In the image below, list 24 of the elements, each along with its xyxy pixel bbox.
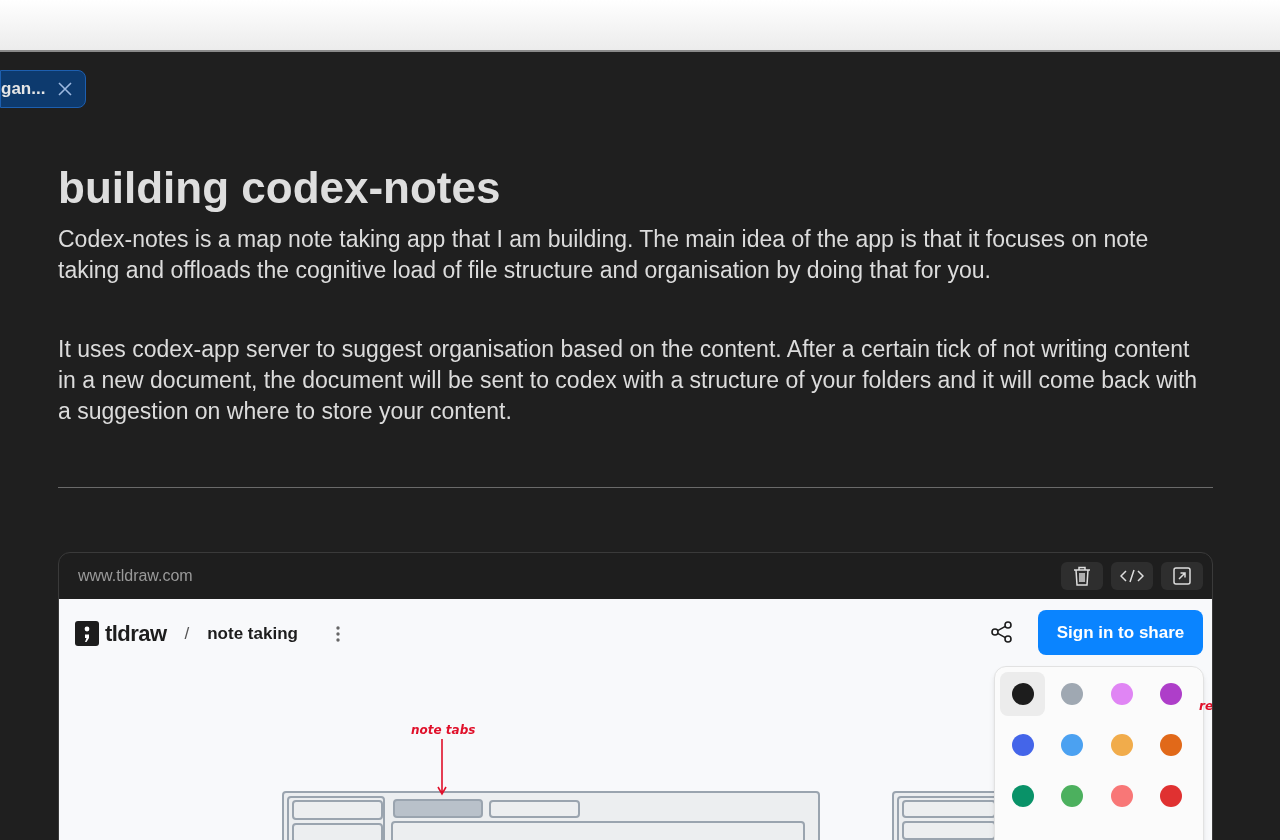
annotation-text: note tabs bbox=[411, 722, 476, 739]
article-title: building codex-notes bbox=[58, 162, 502, 214]
share-icon-button[interactable] bbox=[991, 621, 1013, 643]
arrow bbox=[437, 739, 447, 796]
article-paragraph: It uses codex-app server to suggest organisation based on the content. After a certain tick of not writing content in a new document, the document will be sent to codex with a structure of your folders and it will come back with a suggestion on where to store your content. bbox=[58, 335, 1199, 426]
share-icon bbox=[991, 621, 1013, 643]
article-paragraph: Codex-notes is a map note taking app that I am building. The main idea of the app is that it focuses on note taking and offloads the cognitive load of file structure and organisation by doing that for you. bbox=[58, 225, 1150, 285]
embed-code-button[interactable] bbox=[1111, 562, 1153, 590]
color-swatch[interactable] bbox=[1000, 672, 1045, 716]
document-tab[interactable]: gan... bbox=[0, 70, 87, 108]
logo-icon bbox=[75, 621, 99, 646]
trash-icon bbox=[1073, 566, 1091, 586]
app-logo[interactable]: tldraw bbox=[105, 617, 167, 650]
delete-button[interactable] bbox=[1061, 562, 1103, 590]
external-link-icon bbox=[1173, 567, 1191, 585]
more-vertical-icon bbox=[335, 625, 340, 642]
document-name[interactable]: note taking bbox=[207, 620, 298, 647]
code-icon bbox=[1120, 569, 1144, 583]
sign-in-button[interactable]: Sign in to share bbox=[1038, 610, 1203, 655]
embed-url: www.tldraw.com bbox=[78, 566, 193, 586]
breadcrumb-separator: / bbox=[184, 622, 190, 645]
close-icon[interactable] bbox=[57, 81, 74, 97]
annotation-text: re bbox=[1199, 698, 1212, 715]
open-external-button[interactable] bbox=[1161, 562, 1203, 590]
